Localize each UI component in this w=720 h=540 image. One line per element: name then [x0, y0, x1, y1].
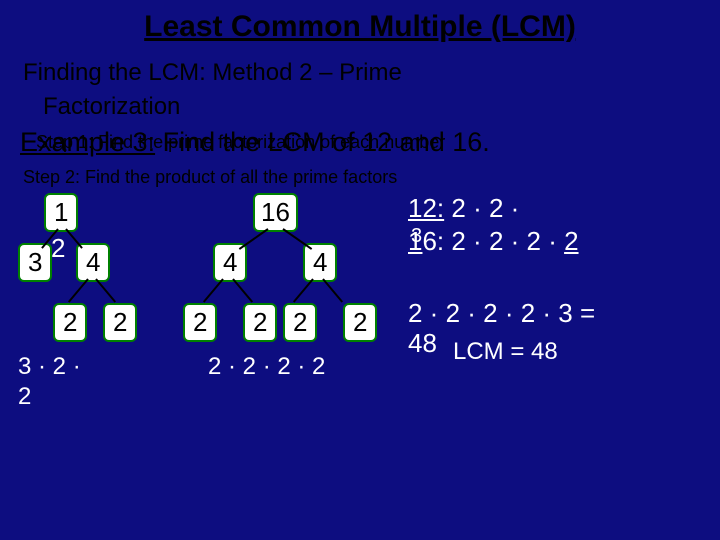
- result-small3: 3: [411, 225, 422, 248]
- result-12: 12: 2 · 2 ·: [408, 193, 519, 224]
- line-16-root-r: [282, 228, 312, 250]
- node-12-rl: 2: [53, 303, 87, 342]
- line-12-r-l: [68, 278, 89, 302]
- result-48: 48: [408, 328, 437, 359]
- line-16-l-l: [203, 278, 224, 302]
- step1-text: Step 1: Find the prime factorization of …: [36, 132, 445, 153]
- expr-12b: 2: [18, 383, 31, 411]
- result-16-last: 2: [564, 226, 578, 256]
- node-16-root: 16: [253, 193, 298, 232]
- result-12-rest: 2 · 2 ·: [444, 193, 519, 223]
- node-12-root-extra: 2: [51, 233, 65, 264]
- expr-12: 3 · 2 ·: [18, 353, 81, 381]
- result-16-mid: 6: 2 · 2 · 2 ·: [422, 226, 564, 256]
- slide-title: Least Common Multiple (LCM): [18, 10, 702, 44]
- node-16-ll: 2: [183, 303, 217, 342]
- result-lcm: LCM = 48: [453, 338, 558, 366]
- node-16-rl: 2: [283, 303, 317, 342]
- node-12-rr: 2: [103, 303, 137, 342]
- node-16-rr: 2: [343, 303, 377, 342]
- node-16-left: 4: [213, 243, 247, 282]
- expr-16: 2 · 2 · 2 · 2: [208, 353, 325, 381]
- diagram-area: 1 2 3 4 2 2 3 · 2 · 2 16 4 4 2 2 2 2 2 ·…: [18, 188, 702, 458]
- result-calc: 2 · 2 · 2 · 2 · 3 =: [408, 298, 595, 329]
- line-16-r-l: [293, 278, 314, 302]
- node-16-lr: 2: [243, 303, 277, 342]
- node-12-left: 3: [18, 243, 52, 282]
- result-12-num: 12:: [408, 193, 444, 223]
- example-row: Example 3: Find the LCM of 12 and 16. St…: [18, 127, 702, 159]
- node-12-root: 1: [44, 193, 78, 232]
- subtitle-line1: Finding the LCM: Method 2 – Prime: [18, 59, 702, 88]
- subtitle-line2: Factorization: [18, 93, 702, 122]
- result-16: 16: 2 · 2 · 2 · 2: [408, 226, 579, 257]
- step2-text: Step 2: Find the product of all the prim…: [18, 167, 702, 188]
- line-16-root-l: [239, 228, 269, 250]
